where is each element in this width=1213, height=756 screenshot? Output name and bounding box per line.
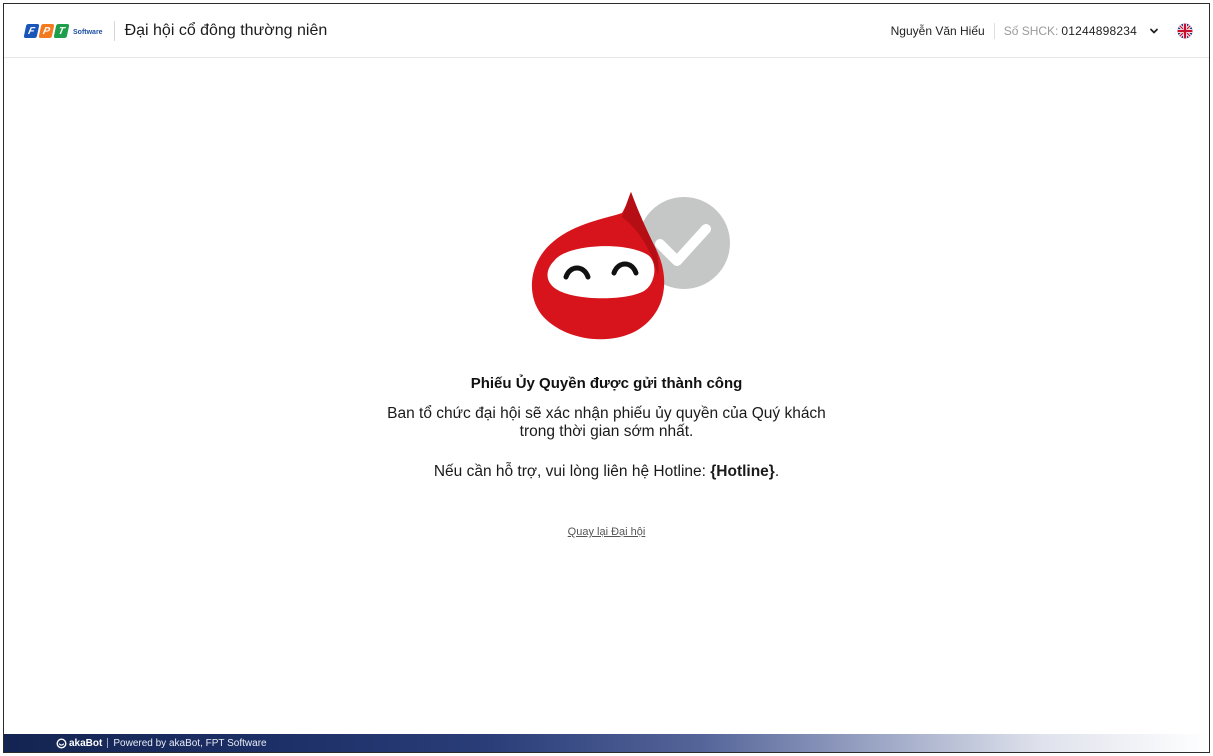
chevron-down-icon[interactable]	[1148, 25, 1160, 37]
logo-letter-p: P	[38, 23, 55, 38]
akabot-logo: akaBot	[56, 738, 102, 749]
logo-letter-f: F	[23, 23, 40, 38]
hotline-prefix: Nếu cần hỗ trợ, vui lòng liên hệ Hotline…	[433, 463, 711, 480]
account-divider	[993, 22, 995, 39]
app-frame: F P T Software Đại hội cổ đông thường ni…	[3, 3, 1210, 753]
shck-value: 01244898234	[1061, 23, 1137, 38]
footer-divider	[107, 738, 109, 748]
fpt-software-logo[interactable]: F P T Software	[23, 23, 103, 38]
page-title: Đại hội cổ đông thường niên	[124, 21, 328, 39]
message-line-1: Ban tổ chức đại hội sẽ xác nhận phiếu ủy…	[387, 405, 826, 422]
success-title: Phiếu Ủy Quyền được gửi thành công	[470, 375, 743, 392]
logo-letter-t: T	[53, 23, 70, 38]
akabot-brand: akaBot	[69, 737, 103, 749]
logo-suffix: Software	[73, 29, 103, 36]
header-divider	[113, 20, 115, 41]
akabot-logo-icon	[56, 737, 67, 749]
confirmation-message: Ban tổ chức đại hội sẽ xác nhận phiếu ủy…	[4, 405, 1209, 441]
hotline-value: {Hotline}	[710, 463, 775, 480]
footer-bar: akaBot Powered by akaBot, FPT Software	[4, 734, 1209, 752]
back-link-row: Quay lại Đại hội	[4, 522, 1209, 540]
shareholder-selector[interactable]: Số SHCK: 01244898234	[1004, 24, 1160, 38]
account-area: Nguyễn Văn Hiếu Số SHCK: 01244898234	[891, 4, 1193, 57]
back-to-meeting-link[interactable]: Quay lại Đại hội	[568, 526, 646, 538]
uk-flag-icon[interactable]	[1177, 23, 1193, 39]
message-line-2: trong thời gian sớm nhất.	[519, 423, 694, 440]
powered-by-text: Powered by akaBot, FPT Software	[113, 737, 267, 749]
hotline-message: Nếu cần hỗ trợ, vui lòng liên hệ Hotline…	[4, 463, 1209, 481]
top-header: F P T Software Đại hội cổ đông thường ni…	[4, 4, 1209, 58]
shck-label: Số SHCK:	[1003, 23, 1059, 38]
mascot-success-icon	[526, 189, 731, 349]
hotline-suffix: .	[774, 463, 780, 480]
user-name: Nguyễn Văn Hiếu	[890, 23, 985, 38]
